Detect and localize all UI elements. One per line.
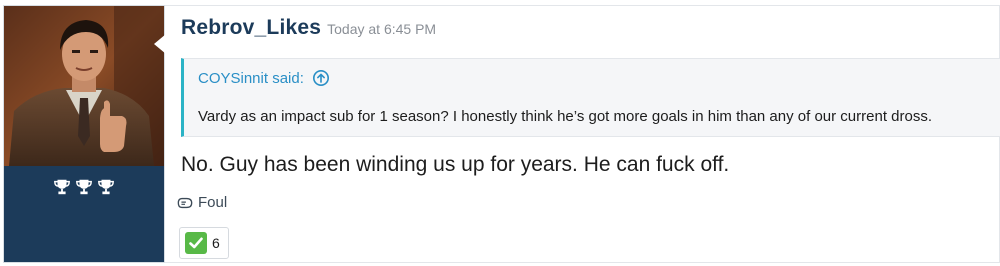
report-link[interactable]: Foul — [177, 194, 227, 211]
arrow-up-circle-icon[interactable] — [312, 69, 330, 87]
flag-icon — [177, 197, 193, 208]
trophy-icon — [54, 179, 70, 195]
avatar[interactable] — [4, 6, 164, 166]
quote-block: COYSinnit said: Vardy as an impact sub f… — [181, 58, 1000, 137]
avatar-image — [4, 6, 164, 166]
trophy-icon — [98, 179, 114, 195]
quote-attribution[interactable]: COYSinnit said: — [198, 70, 304, 87]
white-check-mark-icon — [185, 232, 207, 254]
report-label: Foul — [198, 194, 228, 211]
trophy-row[interactable] — [4, 178, 164, 196]
post-timestamp[interactable]: Today at 6:45 PM — [327, 21, 436, 37]
message-header: Rebrov_Likes Today at 6:45 PM — [181, 16, 436, 40]
message-body: No. Guy has been winding us up for years… — [181, 153, 730, 176]
quote-text: Vardy as an impact sub for 1 season? I h… — [198, 108, 933, 125]
trophy-icon — [76, 179, 92, 195]
user-sidebar — [3, 5, 166, 263]
message-content: Rebrov_Likes Today at 6:45 PM COYSinnit … — [165, 5, 1000, 263]
reaction-button[interactable]: 6 — [179, 227, 229, 259]
username-link[interactable]: Rebrov_Likes — [181, 16, 321, 40]
reaction-count: 6 — [212, 235, 220, 251]
forum-post: Rebrov_Likes Today at 6:45 PM COYSinnit … — [0, 0, 1000, 266]
quote-header[interactable]: COYSinnit said: — [198, 69, 330, 87]
